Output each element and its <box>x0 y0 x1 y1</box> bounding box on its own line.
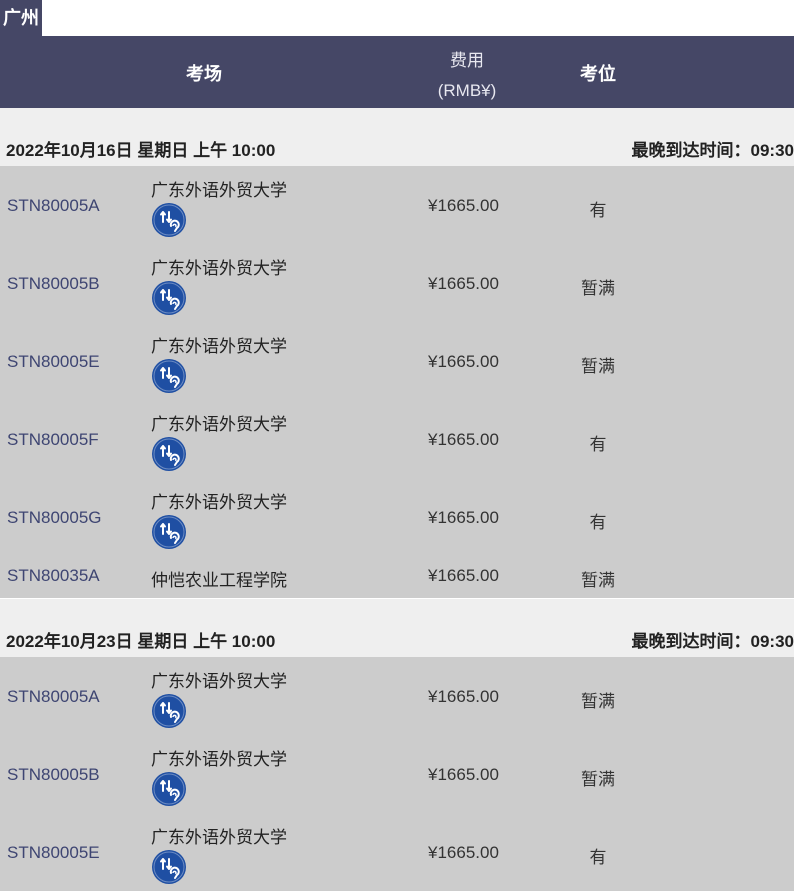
fee-amount: ¥1665.00 <box>428 843 499 862</box>
test-center-code[interactable]: STN80005B <box>7 274 100 294</box>
venue-name: 广东外语外贸大学 <box>151 493 287 512</box>
hearing-headphones-icon <box>152 515 186 549</box>
test-center-code[interactable]: STN80005E <box>7 352 100 372</box>
table-row[interactable]: STN80005F 广东外语外贸大学 ¥1665.00 有 <box>0 400 794 478</box>
venue-name: 仲恺农业工程学院 <box>151 571 287 590</box>
header-venue: 考场 <box>186 64 222 84</box>
header-fee-currency: (RMB¥) <box>437 81 497 100</box>
seat-status: 有 <box>589 513 607 532</box>
exam-session: 2022年10月23日 星期日 上午 10:00 最晚到达时间：09:30 STN8… <box>0 599 794 891</box>
test-center-code[interactable]: STN80035A <box>7 566 100 586</box>
fee-amount: ¥1665.00 <box>428 352 499 371</box>
fee-amount: ¥1665.00 <box>428 566 499 585</box>
fee-amount: ¥1665.00 <box>428 687 499 706</box>
fee-amount: ¥1665.00 <box>428 508 499 527</box>
hearing-headphones-icon <box>152 772 186 806</box>
test-center-code[interactable]: STN80005F <box>7 430 99 450</box>
session-rows: STN80005A 广东外语外贸大学 ¥1665.00 暂满 STN80005B 广东外… <box>0 657 794 891</box>
fee-amount: ¥1665.00 <box>428 274 499 293</box>
session-rows: STN80005A 广东外语外贸大学 ¥1665.00 有 STN80005B 广东外语… <box>0 166 794 598</box>
test-center-code[interactable]: STN80005G <box>7 508 102 528</box>
seat-status: 有 <box>589 848 607 867</box>
fee-amount: ¥1665.00 <box>428 430 499 449</box>
hearing-headphones-icon <box>152 359 186 393</box>
session-date: 2022年10月16日 星期日 上午 10:00 <box>6 141 276 160</box>
table-row[interactable]: STN80005E 广东外语外贸大学 ¥1665.00 暂满 <box>0 322 794 400</box>
table-row[interactable]: STN80005B 广东外语外贸大学 ¥1665.00 暂满 <box>0 244 794 322</box>
hearing-headphones-icon <box>152 437 186 471</box>
venue-name: 广东外语外贸大学 <box>151 259 287 278</box>
fee-amount: ¥1665.00 <box>428 196 499 215</box>
table-row[interactable]: STN80005A 广东外语外贸大学 ¥1665.00 有 <box>0 166 794 244</box>
exam-session: 2022年10月16日 星期日 上午 10:00 最晚到达时间：09:30 STN8… <box>0 108 794 598</box>
venue-name: 广东外语外贸大学 <box>151 672 287 691</box>
venue-name: 广东外语外贸大学 <box>151 750 287 769</box>
seat-status: 暂满 <box>581 571 615 590</box>
venue-name: 广东外语外贸大学 <box>151 337 287 356</box>
test-center-code[interactable]: STN80005E <box>7 843 100 863</box>
session-date: 2022年10月23日 星期日 上午 10:00 <box>6 632 276 651</box>
hearing-headphones-icon <box>152 203 186 237</box>
header-fee: 费用 (RMB¥) <box>420 46 514 106</box>
seat-status: 暂满 <box>581 357 615 376</box>
hearing-headphones-icon <box>152 850 186 884</box>
table-row[interactable]: STN80005G 广东外语外贸大学 ¥1665.00 有 <box>0 478 794 556</box>
table-row[interactable]: STN80005B 广东外语外贸大学 ¥1665.00 暂满 <box>0 735 794 813</box>
session-header: 2022年10月16日 星期日 上午 10:00 最晚到达时间：09:30 <box>0 108 794 166</box>
session-arrive-time: 最晚到达时间：09:30 <box>631 141 794 160</box>
header-fee-label: 费用 <box>450 51 484 70</box>
hearing-headphones-icon <box>152 281 186 315</box>
venue-name: 广东外语外贸大学 <box>151 415 287 434</box>
test-center-code[interactable]: STN80005A <box>7 687 100 707</box>
fee-amount: ¥1665.00 <box>428 765 499 784</box>
test-center-code[interactable]: STN80005B <box>7 765 100 785</box>
seat-status: 暂满 <box>581 770 615 789</box>
table-row[interactable]: STN80005A 广东外语外贸大学 ¥1665.00 暂满 <box>0 657 794 735</box>
session-header: 2022年10月23日 星期日 上午 10:00 最晚到达时间：09:30 <box>0 599 794 657</box>
seat-status: 暂满 <box>581 692 615 711</box>
seat-status: 有 <box>589 435 607 454</box>
session-arrive-time: 最晚到达时间：09:30 <box>631 632 794 651</box>
venue-name: 广东外语外贸大学 <box>151 181 287 200</box>
table-row[interactable]: STN80005E 广东外语外贸大学 ¥1665.00 有 <box>0 813 794 891</box>
header-seat: 考位 <box>580 64 616 84</box>
city-tab[interactable]: 广州 <box>0 0 42 36</box>
venue-name: 广东外语外贸大学 <box>151 828 287 847</box>
seat-status: 有 <box>589 201 607 220</box>
hearing-headphones-icon <box>152 694 186 728</box>
table-row[interactable]: STN80035A 仲恺农业工程学院 ¥1665.00 暂满 <box>0 556 794 598</box>
table-header: 考场 费用 (RMB¥) 考位 <box>0 36 794 108</box>
seat-status: 暂满 <box>581 279 615 298</box>
test-center-code[interactable]: STN80005A <box>7 196 100 216</box>
